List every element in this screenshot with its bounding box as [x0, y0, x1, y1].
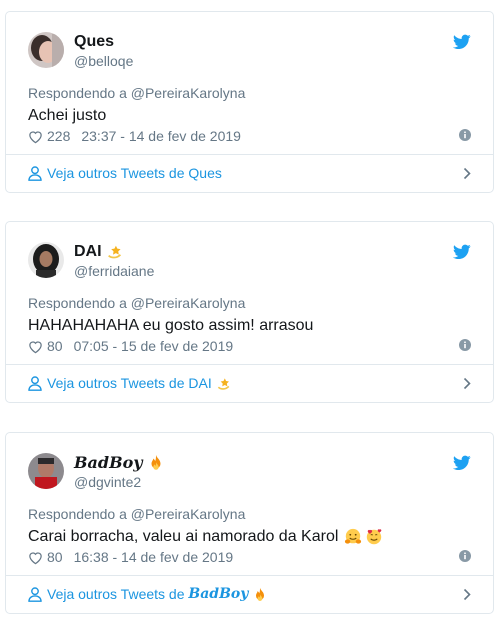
heart-icon[interactable] — [28, 130, 43, 144]
like-count[interactable]: 228 — [47, 128, 70, 145]
display-name[interactable]: Ques — [74, 32, 114, 51]
tweet-text-content: Carai borracha, valeu ai namorado da Kar… — [28, 528, 339, 545]
avatar[interactable] — [28, 32, 64, 68]
user-handle[interactable]: @belloqe — [74, 53, 133, 70]
display-name-text: DAI — [74, 243, 102, 260]
display-name-text: BadBoy — [74, 453, 143, 472]
tweet-meta: 80 16:38 - 14 de fev de 2019 — [28, 549, 233, 566]
see-more-tweets-row[interactable]: Veja outros Tweets de BadBoy — [6, 575, 493, 613]
tweet-text: Carai borracha, valeu ai namorado da Kar… — [28, 527, 383, 547]
tweet-meta: 228 23:37 - 14 de fev de 2019 — [28, 128, 241, 145]
reply-context: Respondendo a @PereiraKarolyna — [28, 85, 246, 101]
person-icon — [28, 376, 42, 391]
like-count[interactable]: 80 — [47, 338, 63, 355]
tweet-card: DAI @ferridaiane Respondendo a @PereiraK… — [5, 221, 494, 403]
person-icon — [28, 166, 42, 181]
see-more-prefix: Veja outros Tweets de — [47, 586, 189, 602]
info-icon[interactable] — [459, 550, 471, 562]
see-more-tweets-row[interactable]: Veja outros Tweets de Ques — [6, 154, 493, 192]
tweet-text: HAHAHAHAHA eu gosto assim! arrasou — [28, 316, 313, 336]
display-name-text: Ques — [74, 33, 115, 50]
see-more-prefix: Veja outros Tweets de — [47, 165, 189, 181]
twitter-bird-icon[interactable] — [453, 244, 471, 260]
info-icon[interactable] — [459, 129, 471, 141]
chevron-right-icon[interactable] — [463, 588, 471, 601]
tweet-text: Achei justo — [28, 106, 106, 126]
user-handle[interactable]: @ferridaiane — [74, 263, 154, 280]
heart-icon[interactable] — [28, 551, 43, 565]
person-icon — [28, 587, 42, 602]
tweet-timestamp[interactable]: 07:05 - 15 de fev de 2019 — [74, 338, 234, 355]
twitter-bird-icon[interactable] — [453, 34, 471, 50]
see-more-tweets-row[interactable]: Veja outros Tweets de DAI — [6, 364, 493, 402]
like-count[interactable]: 80 — [47, 549, 63, 566]
heart-icon[interactable] — [28, 340, 43, 354]
hugging-face-emoji — [345, 528, 362, 544]
avatar[interactable] — [28, 242, 64, 278]
avatar[interactable] — [28, 453, 64, 489]
twitter-bird-icon[interactable] — [453, 455, 471, 471]
see-more-tweets-link[interactable]: Veja outros Tweets de Ques — [47, 165, 222, 182]
tweet-card: BadBoy @dgvinte2 Respondendo a @PereiraK… — [5, 432, 494, 614]
tweet-card: Ques @belloqe Respondendo a @PereiraKaro… — [5, 11, 494, 193]
info-icon[interactable] — [459, 339, 471, 351]
display-name[interactable]: BadBoy — [74, 453, 165, 472]
dizzy-star-emoji — [107, 245, 121, 258]
see-more-name: Ques — [188, 165, 222, 181]
smiling-face-with-hearts-emoji — [367, 529, 382, 545]
reply-context: Respondendo a @PereiraKarolyna — [28, 295, 246, 311]
fire-emoji — [151, 454, 161, 470]
reply-context: Respondendo a @PereiraKarolyna — [28, 506, 246, 522]
see-more-tweets-link[interactable]: Veja outros Tweets de BadBoy — [47, 586, 268, 603]
see-more-name: DAI — [188, 375, 212, 391]
see-more-name: BadBoy — [188, 586, 249, 602]
chevron-right-icon[interactable] — [463, 377, 471, 390]
tweet-meta: 80 07:05 - 15 de fev de 2019 — [28, 338, 233, 355]
tweet-timestamp[interactable]: 23:37 - 14 de fev de 2019 — [81, 128, 241, 145]
dizzy-star-emoji — [217, 377, 230, 390]
display-name[interactable]: DAI — [74, 242, 124, 261]
see-more-prefix: Veja outros Tweets de — [47, 375, 189, 391]
tweet-text-content: HAHAHAHAHA eu gosto assim! arrasou — [28, 317, 314, 334]
fire-emoji — [256, 587, 265, 601]
user-handle[interactable]: @dgvinte2 — [74, 474, 141, 491]
chevron-right-icon[interactable] — [463, 167, 471, 180]
tweet-timestamp[interactable]: 16:38 - 14 de fev de 2019 — [74, 549, 234, 566]
see-more-tweets-link[interactable]: Veja outros Tweets de DAI — [47, 375, 232, 392]
tweet-text-content: Achei justo — [28, 107, 107, 124]
